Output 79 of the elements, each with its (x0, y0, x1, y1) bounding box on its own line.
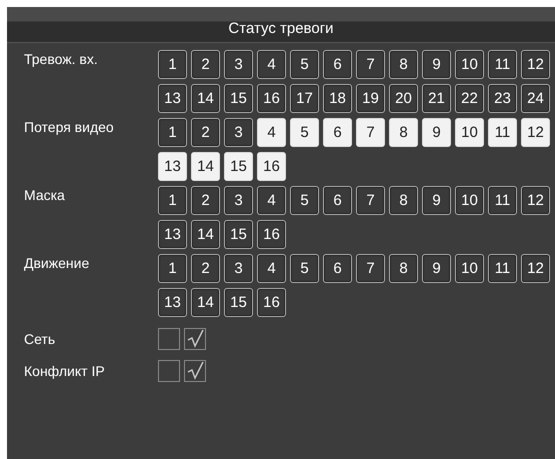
channel-indicator: 12 (521, 118, 550, 147)
channel-indicator: 8 (389, 118, 418, 147)
channel-indicator: 12 (521, 254, 550, 283)
channel-indicator: 8 (389, 186, 418, 215)
channel-indicator: 11 (488, 118, 517, 147)
channel-indicator: 5 (290, 186, 319, 215)
channel-indicator: 3 (224, 254, 253, 283)
channel-indicator: 3 (224, 50, 253, 79)
row-label: Движение (24, 254, 90, 273)
channel-indicator: 6 (323, 50, 352, 79)
channel-indicator: 10 (455, 254, 484, 283)
channel-indicator: 2 (191, 186, 220, 215)
channel-indicator: 5 (290, 50, 319, 79)
channel-indicator: 9 (422, 254, 451, 283)
channel-indicator: 15 (224, 220, 253, 249)
channel-indicator: 16 (257, 84, 286, 113)
channel-indicator: 5 (290, 118, 319, 147)
channel-indicator: 24 (521, 84, 550, 113)
channel-indicator: 12 (521, 50, 550, 79)
channel-indicator: 1 (158, 50, 187, 79)
channel-indicator: 6 (323, 118, 352, 147)
row-label: Конфликт IP (24, 362, 106, 380)
channel-indicator: 1 (158, 254, 187, 283)
channel-indicator: 23 (488, 84, 517, 113)
channel-indicator: 4 (257, 118, 286, 147)
row-label: Потеря видео (24, 118, 115, 137)
channel-indicator: 7 (356, 118, 385, 147)
channel-indicator: 19 (356, 84, 385, 113)
channel-indicator: 8 (389, 50, 418, 79)
channel-indicator: 4 (257, 50, 286, 79)
channel-indicator: 7 (356, 186, 385, 215)
channel-indicator: 10 (455, 186, 484, 215)
channel-indicator: 2 (191, 50, 220, 79)
channel-indicator: 9 (422, 118, 451, 147)
channel-indicator: 7 (356, 50, 385, 79)
channel-indicator: 15 (224, 152, 253, 181)
channel-indicator: 3 (224, 118, 253, 147)
channel-indicator: 13 (158, 288, 187, 317)
channel-indicator: 1 (158, 186, 187, 215)
channel-indicator: 14 (191, 288, 220, 317)
channel-indicator: 10 (455, 118, 484, 147)
channel-indicator: 6 (323, 186, 352, 215)
channel-indicator: 14 (191, 152, 220, 181)
channel-indicator: 17 (290, 84, 319, 113)
row-label: Маска (24, 186, 66, 205)
channel-indicator: 2 (191, 118, 220, 147)
channel-indicator: 4 (257, 186, 286, 215)
channel-indicator: 14 (191, 84, 220, 113)
channel-indicator: 11 (488, 50, 517, 79)
channel-indicator: 6 (323, 254, 352, 283)
channel-indicator: 14 (191, 220, 220, 249)
channel-indicator: 3 (224, 186, 253, 215)
channel-indicator: 16 (257, 220, 286, 249)
channel-indicator: 4 (257, 254, 286, 283)
channel-indicator: 9 (422, 50, 451, 79)
channel-indicator: 16 (257, 152, 286, 181)
channel-indicator: 9 (422, 186, 451, 215)
channel-indicator: 8 (389, 254, 418, 283)
channel-indicator: 5 (290, 254, 319, 283)
channel-indicator: 22 (455, 84, 484, 113)
channel-indicator: 21 (422, 84, 451, 113)
channel-indicator: 13 (158, 84, 187, 113)
channel-indicator: 11 (488, 186, 517, 215)
channel-indicator: 7 (356, 254, 385, 283)
channel-indicator: 15 (224, 288, 253, 317)
channel-indicator: 18 (323, 84, 352, 113)
window-title: Статус тревоги (228, 20, 334, 37)
channel-indicator: 16 (257, 288, 286, 317)
channel-indicator: 13 (158, 152, 187, 181)
channel-indicator: 20 (389, 84, 418, 113)
channel-indicator: 12 (521, 186, 550, 215)
channel-indicator: 10 (455, 50, 484, 79)
channel-indicator: 15 (224, 84, 253, 113)
channel-indicator: 11 (488, 254, 517, 283)
channel-indicator: 2 (191, 254, 220, 283)
row-label: Тревож. вх. (24, 50, 99, 69)
row-label: Сеть (24, 330, 56, 348)
channel-indicator: 1 (158, 118, 187, 147)
channel-indicator: 13 (158, 220, 187, 249)
